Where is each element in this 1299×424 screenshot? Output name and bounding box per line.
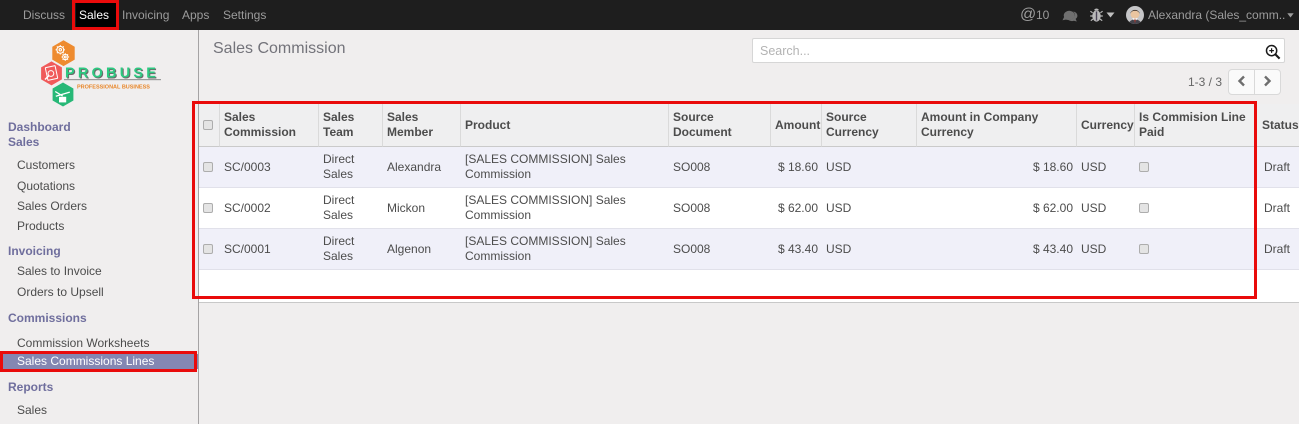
svg-text:PROFESSIONAL BUSINESS: PROFESSIONAL BUSINESS: [77, 84, 150, 90]
svg-text:PROBUSE: PROBUSE: [65, 65, 159, 81]
